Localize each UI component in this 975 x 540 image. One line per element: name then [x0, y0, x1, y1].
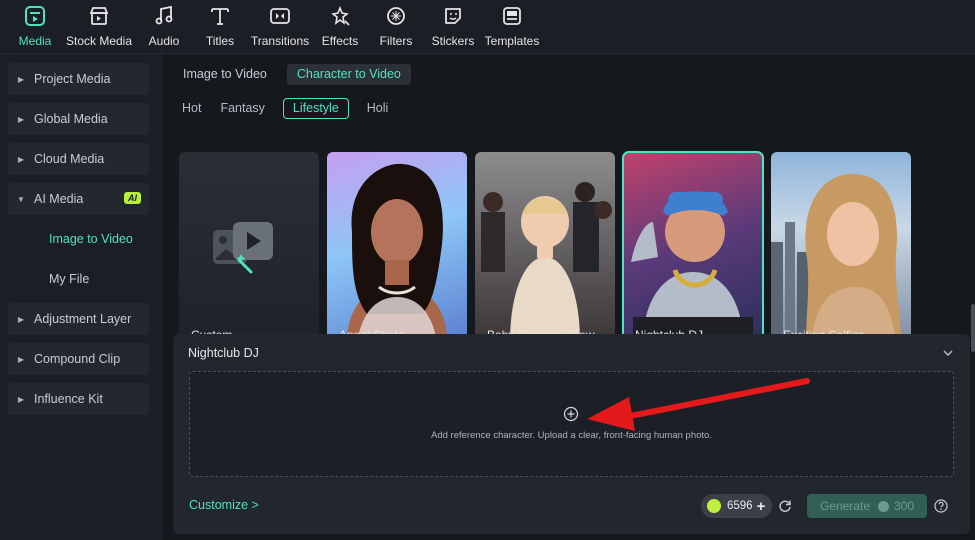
caret-right-icon: ▶	[17, 114, 25, 124]
template-card-exciting-selfies[interactable]: Exciting Selfies	[771, 152, 911, 342]
card-thumbnail	[347, 163, 447, 342]
media-icon	[25, 6, 45, 26]
tab-character-to-video[interactable]: Character to Video	[286, 64, 411, 85]
customize-link[interactable]: Customize >	[189, 498, 259, 512]
sidebar-item-ai-media[interactable]: ▼ AI Media AI	[8, 183, 149, 215]
caret-down-icon: ▼	[17, 194, 25, 204]
stickers-icon	[445, 8, 461, 24]
ai-badge: AI	[124, 192, 141, 204]
template-card-nightclub-dj[interactable]: Nightclub DJ	[622, 151, 764, 343]
effects-icon	[331, 5, 350, 26]
tab-hot[interactable]: Hot	[181, 98, 202, 119]
character-panel: Nightclub DJ Add reference character. Up…	[173, 334, 970, 534]
top-toolbar: Media Stock Media Audio Titles Transitio…	[0, 0, 975, 54]
mode-tabs: Image to Video Character to Video	[183, 64, 411, 85]
tab-fantasy[interactable]: Fantasy	[219, 98, 265, 119]
caret-right-icon: ▶	[17, 394, 25, 404]
red-arrow-annotation	[587, 378, 810, 431]
transitions-icon	[270, 8, 290, 24]
credits-badge[interactable]: 6596 +	[701, 494, 772, 518]
caret-right-icon: ▶	[17, 314, 25, 324]
refresh-icon[interactable]	[778, 499, 792, 513]
card-thumbnail	[481, 182, 612, 342]
sidebar-item-adjustment-layer[interactable]: ▶ Adjustment Layer	[8, 303, 149, 335]
image-to-video-icon	[213, 222, 273, 274]
caret-right-icon: ▶	[17, 354, 25, 364]
toolbar-titles[interactable]: Titles	[187, 5, 253, 48]
sidebar-item-project-media[interactable]: ▶ Project Media	[8, 63, 149, 95]
toolbar-stock-media[interactable]: Stock Media	[66, 5, 132, 48]
sidebar-item-influence-kit[interactable]: ▶ Influence Kit	[8, 383, 149, 415]
template-card-custom[interactable]: Custom	[179, 152, 319, 342]
toolbar-stickers[interactable]: Stickers	[420, 5, 486, 48]
sidebar-subitem-image-to-video[interactable]: Image to Video	[49, 232, 133, 246]
upload-hint: Add reference character. Upload a clear,…	[431, 430, 712, 441]
toolbar-templates[interactable]: Templates	[479, 5, 545, 48]
scrollbar-thumb[interactable]	[971, 304, 975, 352]
sidebar-subitem-my-file[interactable]: My File	[49, 272, 89, 286]
generate-button[interactable]: Generate 300	[807, 494, 927, 518]
chevron-down-icon[interactable]	[942, 347, 954, 359]
titles-icon	[211, 8, 229, 25]
template-card-angel-stride[interactable]: Angel Stride	[327, 152, 467, 342]
add-circle-icon[interactable]	[563, 406, 579, 422]
help-icon[interactable]	[934, 499, 948, 513]
card-thumbnail	[771, 173, 901, 342]
sidebar-item-global-media[interactable]: ▶ Global Media	[8, 103, 149, 135]
tab-image-to-video[interactable]: Image to Video	[183, 64, 277, 85]
reference-upload-area[interactable]: Add reference character. Upload a clear,…	[189, 371, 954, 477]
caret-right-icon: ▶	[17, 154, 25, 164]
main-content: Image to Video Character to Video Hot Fa…	[163, 54, 975, 540]
add-credits-icon[interactable]: +	[757, 498, 766, 515]
template-card-baby-runway-show[interactable]: Baby Runway Show	[475, 152, 615, 342]
sidebar-item-compound-clip[interactable]: ▶ Compound Clip	[8, 343, 149, 375]
toolbar-transitions[interactable]: Transitions	[247, 5, 313, 48]
sidebar: ▶ Project Media ▶ Global Media ▶ Cloud M…	[0, 54, 163, 540]
tab-lifestyle[interactable]: Lifestyle	[282, 98, 349, 119]
stock-media-icon	[89, 7, 109, 25]
filters-icon	[387, 7, 405, 25]
credit-coin-icon	[707, 499, 721, 513]
tab-holi[interactable]: Holi	[366, 98, 390, 119]
category-tabs: Hot Fantasy Lifestyle Holi	[181, 98, 389, 119]
audio-icon	[155, 5, 173, 25]
sidebar-item-cloud-media[interactable]: ▶ Cloud Media	[8, 143, 149, 175]
templates-icon	[503, 7, 521, 25]
card-thumbnail	[631, 191, 753, 342]
credit-coin-icon	[878, 500, 889, 512]
panel-title: Nightclub DJ	[188, 346, 259, 360]
toolbar-media[interactable]: Media	[2, 5, 68, 48]
caret-right-icon: ▶	[17, 74, 25, 84]
